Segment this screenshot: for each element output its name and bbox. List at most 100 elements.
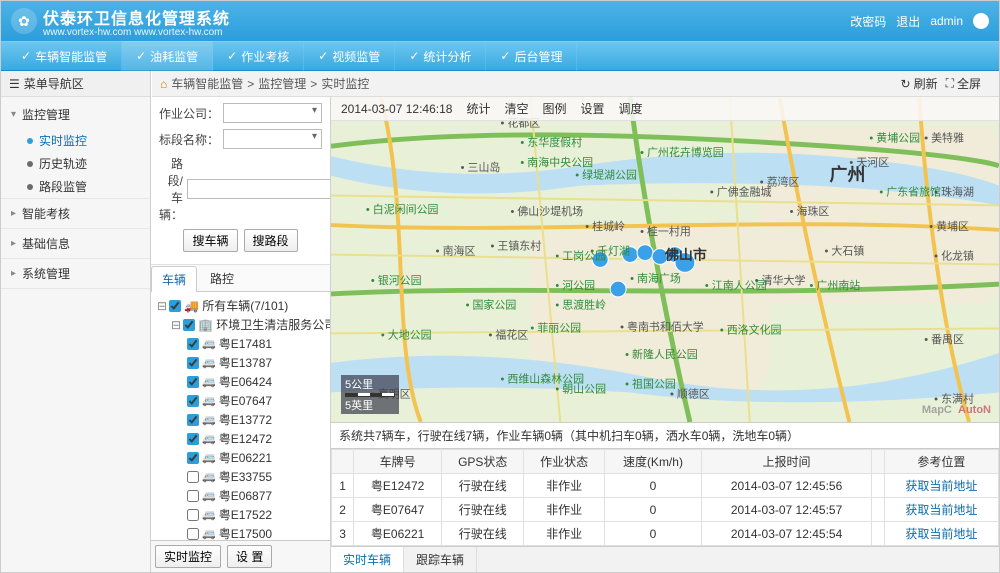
- map-place-label: • 菲丽公园: [530, 321, 581, 334]
- sidebar-section[interactable]: ▾ 监控管理: [1, 100, 150, 129]
- tree-vehicle[interactable]: 🚐 粤E13772: [157, 410, 326, 429]
- map-place-label: • 南海区: [436, 244, 476, 258]
- chevron-icon: ▸: [11, 208, 16, 219]
- car-icon: 🚐: [202, 356, 216, 369]
- map-credit: MapC AutoN: [922, 404, 991, 416]
- avatar-icon[interactable]: [973, 13, 989, 29]
- car-icon: 🚐: [202, 489, 216, 502]
- left-sidebar: ☰ 菜单导航区 ▾ 监控管理实时监控历史轨迹路段监管▸ 智能考核▸ 基础信息▸ …: [1, 71, 151, 572]
- chevron-icon: ▾: [11, 109, 16, 120]
- grid-header: 作业状态: [524, 450, 604, 474]
- top-nav: ✓车辆智能监管✓油耗监管✓作业考核✓视频监管✓统计分析✓后台管理: [1, 41, 999, 71]
- map-place-label: • 海珠区: [790, 204, 830, 218]
- table-row[interactable]: 3粤E06221行驶在线非作业02014-03-07 12:45:54获取当前地…: [332, 522, 999, 546]
- map-place-label: • 南海广场: [630, 271, 681, 285]
- app-subtitle: www.vortex-hw.com www.vortex-hw.com: [43, 27, 230, 38]
- map[interactable]: 2014-03-07 12:46:18 统计清空图例设置 调度: [331, 97, 999, 422]
- nav-item[interactable]: ✓作业考核: [213, 41, 304, 71]
- tree-vehicle[interactable]: 🚐 粤E06877: [157, 486, 326, 505]
- sidebar-section[interactable]: ▸ 智能考核: [1, 199, 150, 228]
- logout-link[interactable]: 退出: [896, 13, 920, 30]
- map-place-label: • 佛山沙堤机场: [510, 204, 583, 218]
- map-place-label: • 三山岛: [461, 160, 501, 174]
- change-password-link[interactable]: 改密码: [850, 13, 886, 30]
- check-icon: ✓: [136, 49, 146, 63]
- table-row[interactable]: 2粤E07647行驶在线非作业02014-03-07 12:45:57获取当前地…: [332, 498, 999, 522]
- get-address-link[interactable]: 获取当前地址: [905, 503, 977, 517]
- nav-item[interactable]: ✓后台管理: [486, 41, 577, 71]
- tree-vehicle[interactable]: 🚐 粤E33755: [157, 467, 326, 486]
- check-icon: ✓: [21, 49, 31, 63]
- dot-icon: [27, 161, 33, 167]
- status-line: 系统共7辆车，行驶在线7辆，作业车辆0辆（其中机扫车0辆，洒水车0辆，洗地车0辆…: [331, 422, 999, 448]
- app-header: ✿ 伏泰环卫信息化管理系统 www.vortex-hw.com www.vort…: [1, 1, 999, 41]
- sidebar-item[interactable]: 实时监控: [27, 129, 150, 152]
- map-place-label: • 绿堤湖公园: [575, 168, 637, 182]
- city-label-foshan: 佛山市: [664, 247, 707, 263]
- tree-vehicle[interactable]: 🚐 粤E06424: [157, 372, 326, 391]
- route-input[interactable]: [187, 179, 331, 199]
- bottom-tab-realtime[interactable]: 实时车辆: [331, 547, 404, 572]
- section-select[interactable]: [223, 129, 322, 149]
- sidebar-item[interactable]: 路段监管: [27, 175, 150, 198]
- tab-route[interactable]: 路控: [199, 265, 245, 291]
- map-place-label: • 桂城岭: [585, 219, 625, 233]
- map-tool-button[interactable]: 清空: [504, 102, 528, 116]
- tree-vehicle[interactable]: 🚐 粤E13787: [157, 353, 326, 372]
- sidebar-section[interactable]: ▸ 基础信息: [1, 229, 150, 258]
- table-row[interactable]: 1粤E12472行驶在线非作业02014-03-07 12:45:56获取当前地…: [332, 474, 999, 498]
- get-address-link[interactable]: 获取当前地址: [905, 479, 977, 493]
- tree-company[interactable]: ⊟ 🏢 环境卫生清洁服务公司(7: [157, 315, 326, 334]
- tab-vehicle[interactable]: 车辆: [151, 266, 197, 292]
- nav-item[interactable]: ✓车辆智能监管: [7, 41, 122, 71]
- home-icon[interactable]: ⌂: [160, 77, 167, 91]
- sidebar-item[interactable]: 历史轨迹: [27, 152, 150, 175]
- refresh-button[interactable]: ↻ 刷新: [901, 75, 938, 92]
- map-place-label: • 南海中央公园: [520, 155, 593, 169]
- tree-vehicle[interactable]: 🚐 粤E17481: [157, 334, 326, 353]
- car-icon: 🚐: [202, 527, 216, 540]
- map-place-label: • 大地公园: [381, 327, 432, 341]
- map-place-label: • 千灯湖: [590, 245, 630, 258]
- breadcrumb-item[interactable]: 车辆智能监管: [171, 75, 243, 92]
- dot-icon: [27, 138, 33, 144]
- search-route-button[interactable]: 搜路段: [244, 229, 298, 252]
- map-timestamp: 2014-03-07 12:46:18: [341, 102, 452, 116]
- check-icon: ✓: [318, 49, 328, 63]
- setting-button[interactable]: 设 置: [227, 545, 272, 568]
- map-tool-button[interactable]: 调度: [619, 102, 643, 116]
- get-address-link[interactable]: 获取当前地址: [905, 527, 977, 541]
- tree-vehicle[interactable]: 🚐 粤E17500: [157, 524, 326, 540]
- breadcrumb-item[interactable]: 监控管理: [258, 75, 306, 92]
- map-tool-button[interactable]: 统计: [466, 102, 490, 116]
- map-place-label: • 番禺区: [924, 333, 964, 346]
- sidebar-section[interactable]: ▸ 系统管理: [1, 259, 150, 288]
- company-select[interactable]: [223, 103, 322, 123]
- nav-item[interactable]: ✓油耗监管: [122, 41, 213, 71]
- nav-item[interactable]: ✓视频监管: [304, 41, 395, 71]
- fullscreen-button[interactable]: ⛶ 全屏: [946, 75, 981, 92]
- map-place-label: • 化龙镇: [934, 249, 974, 263]
- tree-vehicle[interactable]: 🚐 粤E17522: [157, 505, 326, 524]
- car-icon: 🚐: [202, 432, 216, 445]
- tree-vehicle[interactable]: 🚐 粤E06221: [157, 448, 326, 467]
- bottom-tab-track[interactable]: 跟踪车辆: [404, 547, 477, 572]
- realtime-button[interactable]: 实时监控: [155, 545, 221, 568]
- search-vehicle-button[interactable]: 搜车辆: [183, 229, 237, 252]
- nav-item[interactable]: ✓统计分析: [395, 41, 486, 71]
- map-place-label: • 珠海湖: [934, 185, 974, 199]
- map-place-label: • 祖国公园: [625, 377, 676, 391]
- map-place-label: • 广州花卉博览园: [640, 146, 724, 159]
- vehicle-tree[interactable]: ⊟ 🚚 所有车辆(7/101)⊟ 🏢 环境卫生清洁服务公司(7 🚐 粤E1748…: [151, 292, 330, 540]
- route-label: 路段/车辆：: [159, 155, 183, 223]
- map-place-label: • 广佛金融城: [710, 185, 772, 199]
- main-area: 2014-03-07 12:46:18 统计清空图例设置 调度: [331, 97, 999, 572]
- map-tool-button[interactable]: 设置: [580, 102, 604, 116]
- tree-root[interactable]: ⊟ 🚚 所有车辆(7/101): [157, 296, 326, 315]
- tree-vehicle[interactable]: 🚐 粤E12472: [157, 429, 326, 448]
- grid-header: [332, 450, 354, 474]
- map-place-label: • 福花区: [489, 327, 529, 341]
- map-tool-button[interactable]: 图例: [542, 102, 566, 116]
- tree-vehicle[interactable]: 🚐 粤E07647: [157, 391, 326, 410]
- map-place-label: • 广州南站: [810, 278, 861, 292]
